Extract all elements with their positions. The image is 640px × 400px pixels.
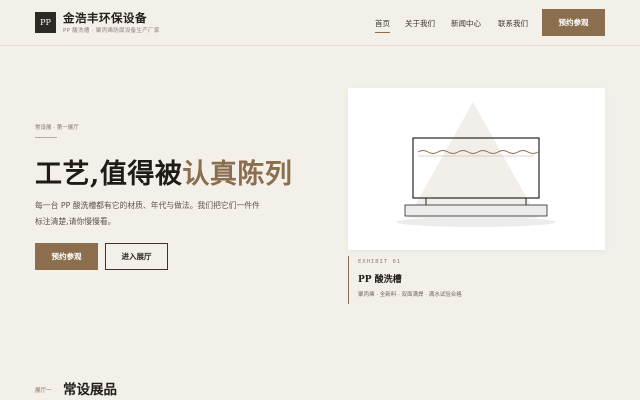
- hero-description: 每一台 PP 酸洗槽都有它的材质、年代与做法。我们把它们一件件标注清楚,请你慢慢…: [35, 201, 260, 226]
- nav-item-home[interactable]: 首页: [375, 18, 390, 33]
- breadcrumb: 常设展 · 第一展厅: [35, 125, 79, 131]
- hero-title-accent: 认真陈列: [182, 159, 293, 190]
- logo-text: PP: [40, 18, 51, 27]
- hero-title: 工艺,值得被认真陈列: [35, 152, 292, 191]
- exhibit-number: EXHIBIT 01: [358, 259, 402, 265]
- enter-gallery-button[interactable]: 进入展厅: [105, 243, 168, 270]
- exhibit-caption: EXHIBIT 01 PP 酸洗槽 聚丙烯 · 全新料 · 双面满焊 · 满水试…: [348, 256, 468, 304]
- brand-name[interactable]: 金浩丰环保设备: [63, 10, 147, 26]
- nav-item-about[interactable]: 关于我们: [405, 18, 435, 29]
- nav-item-news[interactable]: 新闻中心: [451, 18, 481, 29]
- book-visit-button[interactable]: 预约参观: [542, 9, 605, 36]
- site-header: PP 金浩丰环保设备 PP 酸洗槽 · 聚丙烯防腐设备生产厂家 首页 关于我们 …: [0, 0, 640, 46]
- nav-item-contact[interactable]: 联系我们: [498, 18, 528, 29]
- exhibit-card[interactable]: [348, 88, 605, 250]
- divider: [35, 137, 57, 138]
- logo-mark[interactable]: PP: [35, 12, 56, 33]
- acid-tank-illustration: [396, 102, 556, 227]
- brand-tagline: PP 酸洗槽 · 聚丙烯防腐设备生产厂家: [63, 28, 160, 34]
- hero-title-plain: 工艺,值得被: [35, 159, 183, 190]
- exhibit-name[interactable]: PP 酸洗槽: [358, 272, 402, 285]
- section-title: 常设展品: [63, 382, 117, 398]
- primary-book-button[interactable]: 预约参观: [35, 243, 98, 270]
- exhibit-tags: 聚丙烯 · 全新料 · 双面满焊 · 满水试验合格: [358, 292, 462, 298]
- section-kicker: 展厅一: [35, 388, 52, 394]
